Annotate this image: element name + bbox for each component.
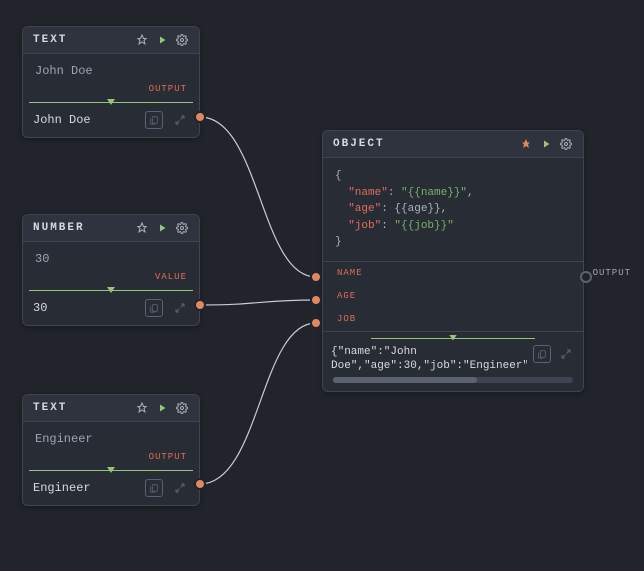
node-result-value: John Doe: [33, 113, 137, 127]
node-header[interactable]: TEXT: [23, 27, 199, 54]
node-title: TEXT: [33, 34, 129, 46]
pin-icon[interactable]: [135, 33, 149, 47]
node-number[interactable]: NUMBER 30 VALUE 30: [22, 214, 200, 326]
input-port-age[interactable]: [310, 294, 322, 306]
input-port-label-job: JOB: [337, 314, 356, 324]
expand-icon[interactable]: [171, 299, 189, 317]
input-port-job[interactable]: [310, 317, 322, 329]
expand-icon[interactable]: [171, 111, 189, 129]
divider: [29, 290, 193, 291]
node-text-2[interactable]: TEXT Engineer OUTPUT Engineer: [22, 394, 200, 506]
output-port[interactable]: [194, 478, 206, 490]
divider: [29, 470, 193, 471]
node-header[interactable]: TEXT: [23, 395, 199, 422]
output-port[interactable]: [580, 271, 592, 283]
node-result-value: 30: [33, 301, 137, 315]
input-port-label-age: AGE: [337, 291, 356, 301]
expand-icon[interactable]: [557, 345, 575, 363]
node-input-value[interactable]: Engineer: [23, 422, 199, 450]
node-object[interactable]: OBJECT { "name": "{{name}}", "age": {{ag…: [322, 130, 584, 392]
node-title: OBJECT: [333, 138, 513, 150]
output-port[interactable]: [194, 111, 206, 123]
node-text-1[interactable]: TEXT John Doe OUTPUT John Doe: [22, 26, 200, 138]
pin-icon[interactable]: [135, 401, 149, 415]
run-icon[interactable]: [155, 401, 169, 415]
input-port-label-name: NAME: [337, 268, 363, 278]
input-port-name[interactable]: [310, 271, 322, 283]
node-input-value[interactable]: John Doe: [23, 54, 199, 82]
clipboard-icon[interactable]: [145, 479, 163, 497]
node-input-value[interactable]: 30: [23, 242, 199, 270]
gear-icon[interactable]: [175, 221, 189, 235]
divider: [371, 338, 535, 339]
clipboard-icon[interactable]: [145, 299, 163, 317]
run-icon[interactable]: [155, 33, 169, 47]
node-header[interactable]: OBJECT: [323, 131, 583, 158]
divider: [29, 102, 193, 103]
expand-icon[interactable]: [171, 479, 189, 497]
gear-icon[interactable]: [559, 137, 573, 151]
gear-icon[interactable]: [175, 401, 189, 415]
object-result-panel: {"name":"John Doe","age":30,"job":"Engin…: [323, 331, 583, 392]
node-result-value: Engineer: [33, 481, 137, 495]
node-header[interactable]: NUMBER: [23, 215, 199, 242]
output-port[interactable]: [194, 299, 206, 311]
run-icon[interactable]: [539, 137, 553, 151]
horizontal-scrollbar[interactable]: [333, 377, 573, 383]
gear-icon[interactable]: [175, 33, 189, 47]
clipboard-icon[interactable]: [533, 345, 551, 363]
run-icon[interactable]: [155, 221, 169, 235]
clipboard-icon[interactable]: [145, 111, 163, 129]
pin-icon[interactable]: [135, 221, 149, 235]
node-title: TEXT: [33, 402, 129, 414]
object-template-editor[interactable]: { "name": "{{name}}", "age": {{age}}, "j…: [323, 158, 583, 261]
object-result-value: {"name":"John Doe","age":30,"job":"Engin…: [331, 345, 527, 374]
output-port-label: OUTPUT: [593, 268, 631, 278]
pin-icon[interactable]: [519, 137, 533, 151]
node-title: NUMBER: [33, 222, 129, 234]
